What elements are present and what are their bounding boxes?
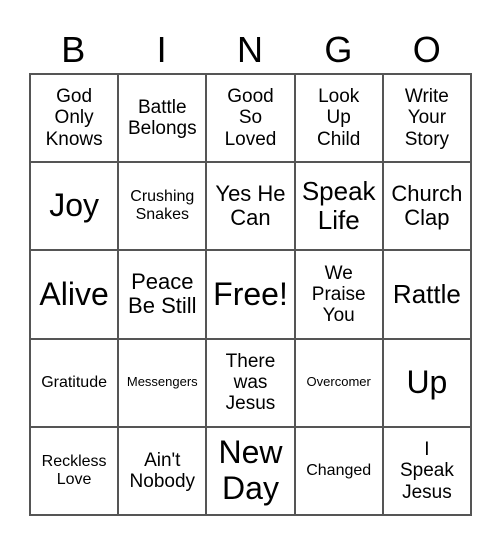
bingo-cell[interactable]: God Only Knows <box>30 74 119 163</box>
bingo-cell[interactable]: Church Clap <box>382 162 471 251</box>
bingo-cell[interactable]: Joy <box>30 162 119 251</box>
bingo-cell[interactable]: Rattle <box>382 250 471 339</box>
bingo-cell[interactable]: Peace Be Still <box>118 250 207 339</box>
bingo-cell[interactable]: Up <box>382 338 471 427</box>
bingo-cell[interactable]: Speak Life <box>294 162 383 251</box>
bingo-cell[interactable]: Write Your Story <box>382 74 471 163</box>
bingo-cell free-space[interactable]: Free! <box>206 250 295 339</box>
bingo-cell[interactable]: New Day <box>206 426 295 515</box>
bingo-cell[interactable]: Crushing Snakes <box>118 162 207 251</box>
bingo-cell[interactable]: I Speak Jesus <box>382 426 471 515</box>
header-letter-n: N <box>236 29 263 70</box>
bingo-cell[interactable]: Messengers <box>118 338 207 427</box>
header-letter-g: G <box>324 29 353 70</box>
header-letter-b: B <box>61 29 86 70</box>
bingo-cell[interactable]: Gratitude <box>30 338 119 427</box>
bingo-cell[interactable]: Overcomer <box>294 338 383 427</box>
bingo-cell[interactable]: Good So Loved <box>206 74 295 163</box>
bingo-cell[interactable]: Reckless Love <box>30 426 119 515</box>
header-letter-i: I <box>156 29 167 70</box>
bingo-header: B I N G O <box>29 28 471 72</box>
bingo-cell[interactable]: Look Up Child <box>294 74 383 163</box>
bingo-cell[interactable]: We Praise You <box>294 250 383 339</box>
bingo-cell[interactable]: Changed <box>294 426 383 515</box>
bingo-cell[interactable]: Battle Belongs <box>118 74 207 163</box>
bingo-card: God Only Knows Battle Belongs Good So Lo… <box>29 73 472 516</box>
bingo-cell[interactable]: There was Jesus <box>206 338 295 427</box>
bingo-cell[interactable]: Ain't Nobody <box>118 426 207 515</box>
header-letter-o: O <box>412 29 441 70</box>
bingo-cell[interactable]: Yes He Can <box>206 162 295 251</box>
bingo-cell[interactable]: Alive <box>30 250 119 339</box>
